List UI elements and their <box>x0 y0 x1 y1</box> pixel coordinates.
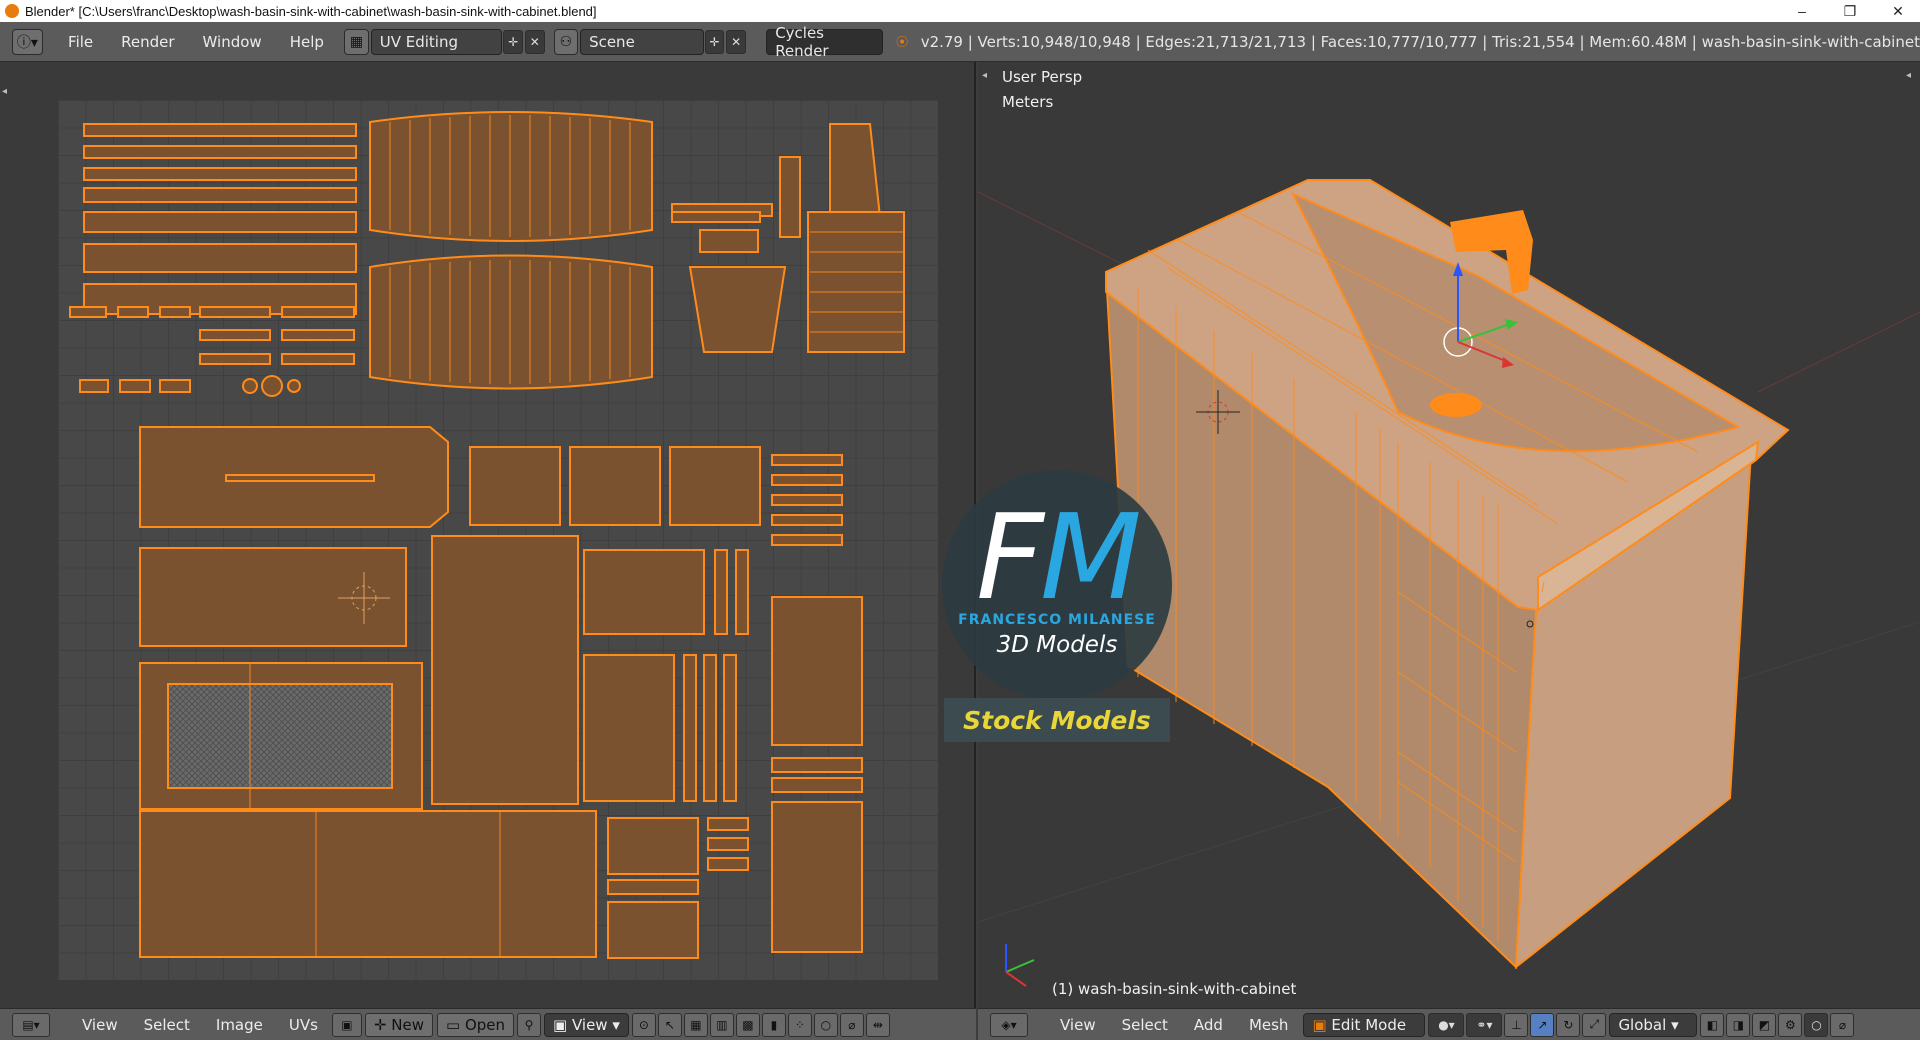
new-image-button[interactable]: ✛ New <box>364 1012 433 1037</box>
menu-file[interactable]: File <box>54 33 107 51</box>
editor-type-info-icon[interactable]: ⓘ▾ <box>12 28 43 55</box>
fm-watermark-logo: FM FRANCESCO MILANESE 3D Models <box>942 470 1172 700</box>
open-image-label: Open <box>464 1015 506 1034</box>
uv-menu-view[interactable]: View <box>69 1016 131 1034</box>
scene-statistics: v2.79 | Verts:10,948/10,948 | Edges:21,7… <box>920 32 1920 51</box>
remove-screen-icon[interactable]: ✕ <box>525 29 545 54</box>
snap-icon[interactable]: ⌀ <box>839 1012 864 1037</box>
vertex-select-icon[interactable]: ▦ <box>683 1012 708 1037</box>
island-select-icon[interactable]: ▮ <box>761 1012 786 1037</box>
logo-author-name: FRANCESCO MILANESE <box>958 612 1156 628</box>
viewport-object-label: (1) wash-basin-sink-with-cabinet <box>1052 980 1297 998</box>
scene-icon[interactable]: ⚇ <box>553 28 579 55</box>
vertex-select-mode-icon[interactable]: ◧ <box>1700 1012 1725 1037</box>
uv-toolshelf-toggle-icon[interactable]: ◂ <box>2 86 7 97</box>
image-mode-select[interactable]: ▣ View ▾ <box>544 1012 629 1037</box>
tool-shelf-toggle-icon[interactable]: ◂ <box>982 70 987 81</box>
add-screen-icon[interactable]: ✛ <box>503 29 524 54</box>
translate-manipulator-icon[interactable]: ↗ <box>1530 1012 1555 1037</box>
view-axis-icon <box>1005 944 1035 987</box>
close-button[interactable]: ✕ <box>1878 0 1918 22</box>
rotate-manipulator-icon[interactable]: ↻ <box>1556 1012 1581 1037</box>
screen-layout-icon[interactable]: ▦ <box>344 28 369 55</box>
uv-menu-uvs[interactable]: UVs <box>276 1016 331 1034</box>
proportional-edit-icon[interactable]: ○ <box>813 1012 838 1037</box>
scene-select[interactable]: Scene <box>580 28 704 55</box>
pivot-icon[interactable]: ⊙ <box>631 1012 656 1037</box>
menu-render[interactable]: Render <box>107 33 188 51</box>
occlude-geometry-icon[interactable]: ⚙ <box>1778 1012 1803 1037</box>
viewport-view-name: User Persp <box>1002 68 1083 86</box>
window-title: Blender* [C:\Users\franc\Desktop\wash-ba… <box>25 3 597 19</box>
plus-icon: ✛ <box>373 1015 392 1034</box>
open-image-button[interactable]: ▭ Open <box>437 1012 515 1037</box>
properties-toggle-icon[interactable]: ◂ <box>1906 70 1911 81</box>
viewport-units: Meters <box>1002 93 1054 111</box>
view3d-menu-view[interactable]: View <box>1047 1016 1109 1034</box>
pin-image-icon[interactable]: ⚲ <box>517 1012 542 1037</box>
uv-sync-selection-icon[interactable]: ↖ <box>657 1012 682 1037</box>
folder-icon: ▭ <box>446 1015 465 1034</box>
menu-window[interactable]: Window <box>189 33 276 51</box>
window-titlebar: Blender* [C:\Users\franc\Desktop\wash-ba… <box>0 0 1920 22</box>
pivot-point-icon[interactable]: ⚭▾ <box>1466 1012 1503 1037</box>
snap-toggle-icon[interactable]: ⌀ <box>1830 1012 1855 1037</box>
new-image-label: New <box>391 1015 424 1034</box>
interaction-mode-label: Edit Mode <box>1331 1015 1407 1034</box>
face-select-mode-icon[interactable]: ◩ <box>1752 1012 1777 1037</box>
maximize-button[interactable]: ❐ <box>1830 0 1870 22</box>
uv-menu-image[interactable]: Image <box>203 1016 276 1034</box>
screen-layout-select[interactable]: UV Editing <box>370 28 503 55</box>
image-browse-icon[interactable]: ▣ <box>331 1012 362 1037</box>
edge-select-mode-icon[interactable]: ◨ <box>1726 1012 1751 1037</box>
logo-letter-f: F <box>976 488 1044 626</box>
image-mode-icon: ▣ <box>553 1015 572 1034</box>
view3d-menu-mesh[interactable]: Mesh <box>1236 1016 1302 1034</box>
interaction-mode-select[interactable]: ▣ Edit Mode <box>1303 1012 1426 1037</box>
3d-view-header: ◈▾ View Select Add Mesh ▣ Edit Mode ●▾ ⚭… <box>978 1008 1920 1040</box>
image-mode-label: View <box>571 1015 608 1034</box>
blender-version-icon: ⦿ <box>896 35 909 49</box>
scale-manipulator-icon[interactable]: ⤢ <box>1582 1012 1607 1037</box>
editor-type-3dview-icon[interactable]: ◈▾ <box>990 1012 1028 1037</box>
uv-islands <box>69 111 905 959</box>
render-engine-select[interactable]: Cycles Render <box>766 24 884 60</box>
snap-target-icon[interactable]: ⇹ <box>865 1012 890 1037</box>
manipulator-toggle-icon[interactable]: ⊥ <box>1504 1012 1529 1037</box>
editor-type-image-icon[interactable]: ▤▾ <box>12 1012 50 1037</box>
view3d-menu-select[interactable]: Select <box>1109 1016 1181 1034</box>
uv-image-editor[interactable]: ◂ <box>0 62 976 1008</box>
proportional-editing-icon[interactable]: ○ <box>1804 1012 1829 1037</box>
edge-select-icon[interactable]: ▥ <box>709 1012 734 1037</box>
remove-scene-icon[interactable]: ✕ <box>726 29 746 54</box>
menu-help[interactable]: Help <box>276 33 338 51</box>
logo-subtitle: 3D Models <box>996 632 1118 658</box>
blender-logo-icon <box>5 4 19 18</box>
transform-orientation-label: Global <box>1618 1015 1667 1034</box>
uv-menu-select[interactable]: Select <box>131 1016 203 1034</box>
view3d-menu-add[interactable]: Add <box>1181 1016 1236 1034</box>
transform-orientation-select[interactable]: Global ▾ <box>1609 1012 1698 1037</box>
face-select-icon[interactable]: ▩ <box>735 1012 760 1037</box>
add-scene-icon[interactable]: ✛ <box>704 29 725 54</box>
sticky-select-icon[interactable]: ⁘ <box>787 1012 812 1037</box>
stock-models-badge: Stock Models <box>944 698 1170 742</box>
logo-letter-m: M <box>1040 488 1142 626</box>
uv-editor-header: ▤▾ View Select Image UVs ▣ ✛ New ▭ Open … <box>0 1008 976 1040</box>
edit-mode-icon: ▣ <box>1312 1015 1332 1034</box>
info-header: ⓘ▾ File Render Window Help ▦ UV Editing … <box>0 22 1920 62</box>
minimize-button[interactable]: – <box>1782 0 1822 22</box>
viewport-shading-icon[interactable]: ●▾ <box>1428 1012 1465 1037</box>
